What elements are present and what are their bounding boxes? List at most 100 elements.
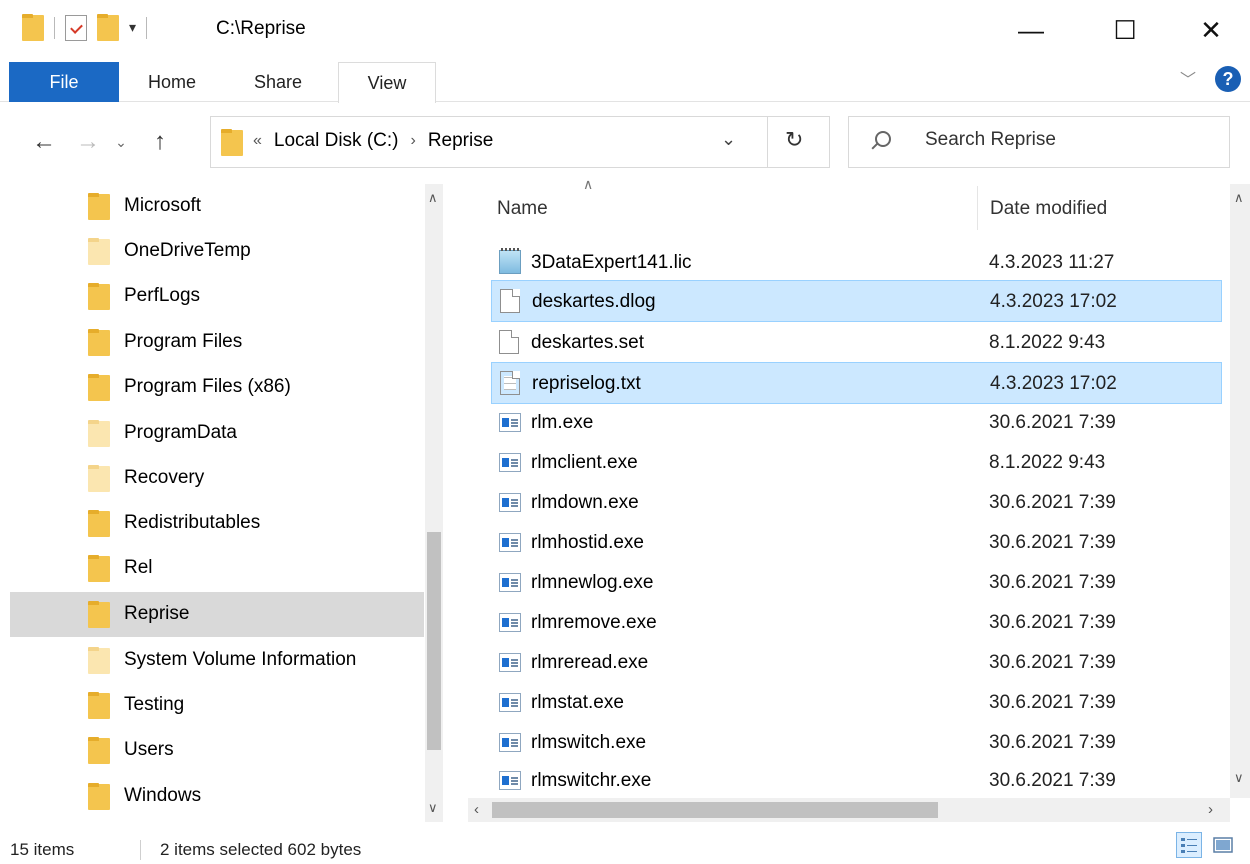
nav-item-program-files[interactable]: Program Files (10, 320, 424, 365)
folder-icon (88, 283, 110, 310)
folder-icon (88, 737, 110, 764)
folder-icon (88, 783, 110, 810)
folder-icon (88, 420, 110, 447)
nav-item-onedrivetemp[interactable]: OneDriveTemp (10, 229, 424, 274)
up-arrow-icon[interactable]: ↑ (140, 122, 180, 162)
file-row[interactable]: deskartes.dlog 4.3.2023 17:02 (491, 280, 1222, 322)
file-row[interactable]: rlmdown.exe 30.6.2021 7:39 (491, 482, 1222, 524)
nav-pane-scrollbar[interactable] (425, 184, 443, 822)
file-date: 30.6.2021 7:39 (989, 692, 1116, 713)
toolbar-separator (54, 16, 55, 39)
file-date: 4.3.2023 11:27 (989, 252, 1115, 273)
scroll-down-icon[interactable]: ∨ (428, 800, 438, 816)
back-arrow-icon[interactable]: ← (28, 122, 60, 162)
status-separator (140, 840, 141, 860)
nav-item-recovery[interactable]: Recovery (10, 456, 424, 501)
breadcrumb-reprise[interactable]: Reprise (428, 130, 493, 152)
file-name: rlmnewlog.exe (531, 572, 654, 593)
details-view-button[interactable] (1176, 832, 1202, 858)
nav-item-program-files-x86[interactable]: Program Files (x86) (10, 365, 424, 410)
window-title: C:\Reprise (216, 18, 306, 39)
file-date: 30.6.2021 7:39 (989, 572, 1116, 593)
recent-locations-icon[interactable]: ⌄ (110, 122, 132, 162)
nav-item-label: ProgramData (124, 422, 237, 443)
breadcrumb-separator-icon[interactable]: › (410, 130, 415, 152)
file-row[interactable]: rlm.exe 30.6.2021 7:39 (491, 402, 1222, 444)
nav-item-users[interactable]: Users (10, 728, 424, 773)
executable-icon (499, 733, 521, 752)
scroll-right-icon[interactable]: › (1208, 801, 1213, 818)
search-input[interactable] (925, 129, 1215, 151)
large-icons-view-button[interactable] (1210, 832, 1236, 858)
file-row[interactable]: rlmclient.exe 8.1.2022 9:43 (491, 442, 1222, 484)
folder-icon (88, 510, 110, 537)
file-name: 3DataExpert141.lic (531, 252, 692, 273)
title-bar: ▾ C:\Reprise — ☐ ✕ (0, 0, 1250, 58)
nav-item-windows[interactable]: Windows (10, 774, 424, 819)
scrollbar-thumb[interactable] (492, 802, 938, 818)
nav-item-microsoft[interactable]: Microsoft (10, 184, 424, 229)
new-folder-icon[interactable] (97, 14, 119, 41)
nav-item-redistributables[interactable]: Redistributables (10, 501, 424, 546)
file-list-horizontal-scrollbar[interactable]: ‹ › (468, 798, 1230, 822)
help-icon[interactable]: ? (1215, 66, 1241, 92)
folder-icon (88, 465, 110, 492)
scroll-up-icon[interactable]: ∧ (1234, 190, 1244, 206)
scroll-up-icon[interactable]: ∧ (428, 190, 438, 206)
maximize-button[interactable]: ☐ (1094, 8, 1156, 52)
nav-item-perflogs[interactable]: PerfLogs (10, 274, 424, 319)
folder-icon (88, 329, 110, 356)
breadcrumb-overflow-icon[interactable]: « (253, 130, 262, 152)
scroll-left-icon[interactable]: ‹ (474, 801, 479, 818)
refresh-icon[interactable]: ↻ (785, 127, 803, 153)
executable-icon (499, 613, 521, 632)
tab-home[interactable]: Home (130, 62, 214, 102)
file-row[interactable]: repriselog.txt 4.3.2023 17:02 (491, 362, 1222, 404)
expand-ribbon-icon[interactable]: ﹀ (1180, 66, 1196, 90)
nav-item-label: Windows (124, 785, 202, 806)
nav-item-testing[interactable]: Testing (10, 683, 424, 728)
nav-item-label: Recovery (124, 467, 205, 488)
scrollbar-thumb[interactable] (427, 532, 441, 750)
breadcrumb-local-disk[interactable]: Local Disk (C:) (274, 130, 399, 152)
nav-item-rel[interactable]: Rel (10, 546, 424, 591)
file-row[interactable]: 3DataExpert141.lic 4.3.2023 11:27 (491, 242, 1222, 284)
tab-file[interactable]: File (9, 62, 119, 102)
file-row[interactable]: rlmstat.exe 30.6.2021 7:39 (491, 682, 1222, 724)
address-bar[interactable]: « Local Disk (C:) › Reprise ⌄ ↻ (210, 116, 830, 168)
file-row[interactable]: rlmnewlog.exe 30.6.2021 7:39 (491, 562, 1222, 604)
search-box[interactable] (848, 116, 1230, 168)
folder-icon (88, 647, 110, 674)
column-header-name[interactable]: Name (497, 198, 548, 220)
file-row[interactable]: rlmhostid.exe 30.6.2021 7:39 (491, 522, 1222, 564)
nav-item-system-volume-information[interactable]: System Volume Information (10, 638, 424, 683)
nav-item-label: Users (124, 739, 174, 760)
address-dropdown-icon[interactable]: ⌄ (721, 129, 736, 150)
customize-toolbar-icon[interactable]: ▾ (129, 19, 136, 36)
minimize-button[interactable]: — (1000, 8, 1062, 52)
file-row[interactable]: rlmreread.exe 30.6.2021 7:39 (491, 642, 1222, 684)
file-date: 30.6.2021 7:39 (989, 492, 1116, 513)
file-row[interactable]: rlmswitchr.exe 30.6.2021 7:39 (491, 760, 1222, 802)
file-row[interactable]: rlmswitch.exe 30.6.2021 7:39 (491, 722, 1222, 764)
tab-share[interactable]: Share (236, 62, 320, 102)
file-row[interactable]: rlmremove.exe 30.6.2021 7:39 (491, 602, 1222, 644)
file-row[interactable]: deskartes.set 8.1.2022 9:43 (491, 322, 1222, 364)
nav-item-label: Program Files (124, 331, 243, 352)
close-button[interactable]: ✕ (1180, 8, 1242, 52)
forward-arrow-icon[interactable]: → (72, 122, 104, 162)
column-header-date-modified[interactable]: Date modified (990, 198, 1107, 220)
nav-item-label: System Volume Information (124, 649, 357, 670)
properties-icon[interactable] (65, 14, 87, 41)
status-bar: 15 items 2 items selected 602 bytes (0, 830, 1250, 864)
tab-view[interactable]: View (338, 62, 436, 103)
file-date: 30.6.2021 7:39 (989, 652, 1116, 673)
column-divider[interactable] (977, 186, 978, 230)
nav-item-reprise[interactable]: Reprise (10, 592, 424, 637)
file-name: rlmremove.exe (531, 612, 657, 633)
file-name: rlmdown.exe (531, 492, 639, 513)
nav-item-programdata[interactable]: ProgramData (10, 411, 424, 456)
file-list-vertical-scrollbar[interactable] (1230, 184, 1250, 798)
scroll-down-icon[interactable]: ∨ (1234, 770, 1244, 786)
folder-icon (88, 692, 110, 719)
